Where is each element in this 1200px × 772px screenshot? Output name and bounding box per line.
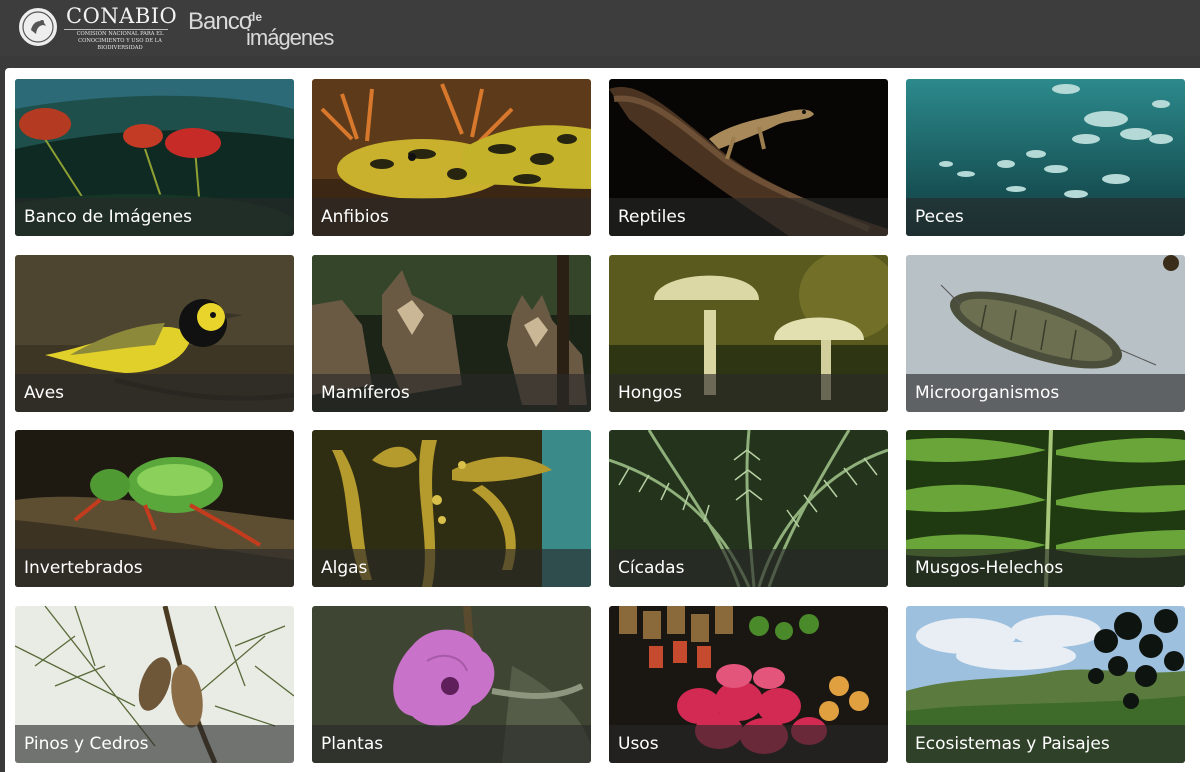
- category-tile[interactable]: Hongos: [609, 254, 888, 412]
- org-name[interactable]: CONABIO: [66, 4, 177, 28]
- header-bar: CONABIO Comisión Nacional para el Conoci…: [0, 0, 1200, 56]
- brand-word-de: de: [248, 10, 263, 24]
- category-tile[interactable]: Plantas: [312, 605, 591, 763]
- tile-label: Peces: [915, 207, 964, 227]
- conabio-seal-icon[interactable]: [16, 5, 60, 49]
- org-subtitle: Comisión Nacional para el Conocimiento y…: [76, 31, 164, 51]
- tile-label: Usos: [618, 733, 659, 754]
- tile-label: Plantas: [321, 733, 384, 754]
- tile-label: Anfibios: [321, 207, 389, 227]
- tile-label: Ecosistemas y Paisajes: [915, 733, 1110, 754]
- tile-label: Invertebrados: [24, 558, 143, 578]
- category-tile[interactable]: Mamíferos: [312, 254, 591, 412]
- tile-label: Mamíferos: [321, 382, 410, 403]
- category-tile[interactable]: Algas: [312, 430, 591, 587]
- tile-label: Microorganismos: [915, 382, 1060, 403]
- category-tile[interactable]: Microorganismos: [906, 254, 1185, 412]
- brand-word-banco: Banco: [188, 8, 252, 35]
- category-grid: Banco de Imágenes Anfibios Reptiles Pece…: [15, 79, 1185, 763]
- tile-label: Reptiles: [618, 207, 686, 227]
- category-tile[interactable]: Reptiles: [609, 79, 888, 236]
- category-tile[interactable]: Aves: [15, 254, 294, 412]
- tile-label: Aves: [24, 382, 65, 403]
- logo-divider: [64, 29, 168, 30]
- category-tile[interactable]: Pinos y Cedros: [15, 605, 294, 763]
- category-tile[interactable]: Ecosistemas y Paisajes: [906, 605, 1185, 763]
- category-tile[interactable]: Banco de Imágenes: [15, 79, 294, 236]
- tile-label: Cícadas: [618, 558, 685, 578]
- brand-word-imagenes: imágenes: [246, 25, 334, 50]
- tile-label: Musgos-Helechos: [915, 558, 1064, 578]
- tile-label: Pinos y Cedros: [24, 733, 149, 754]
- tile-label: Banco de Imágenes: [24, 207, 192, 227]
- tile-label: Hongos: [618, 382, 683, 403]
- category-tile[interactable]: Anfibios: [312, 79, 591, 236]
- category-tile[interactable]: Usos: [609, 605, 888, 763]
- category-tile[interactable]: Invertebrados: [15, 430, 294, 587]
- category-tile[interactable]: Musgos-Helechos: [906, 430, 1185, 587]
- category-tile[interactable]: Cícadas: [609, 430, 888, 587]
- tile-label: Algas: [321, 558, 368, 578]
- category-tile[interactable]: Peces: [906, 79, 1185, 236]
- main-content: Banco de Imágenes Anfibios Reptiles Pece…: [5, 68, 1200, 772]
